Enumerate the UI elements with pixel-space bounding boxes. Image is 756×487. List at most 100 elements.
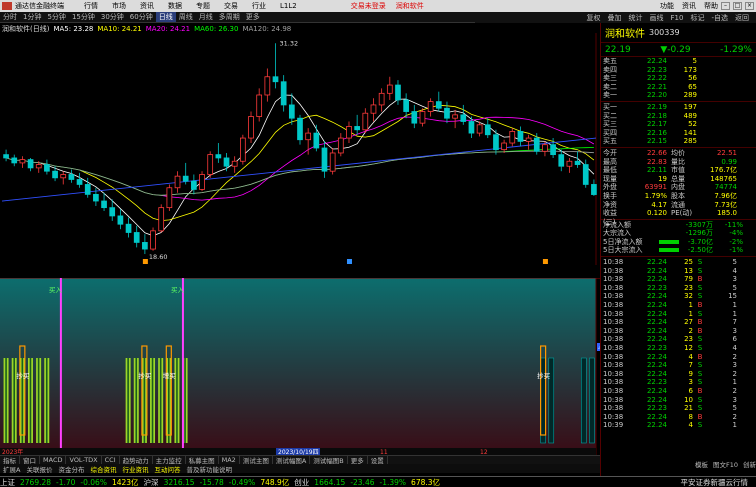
candle[interactable]	[223, 152, 230, 172]
candle[interactable]	[337, 133, 344, 157]
candle[interactable]	[256, 88, 263, 122]
event-marker-icon[interactable]	[346, 259, 352, 264]
tick-row[interactable]: 10:38 22.24 8 B 2	[601, 413, 756, 422]
candle[interactable]	[199, 171, 205, 192]
candle[interactable]	[3, 149, 9, 162]
tick-row[interactable]: 10:38 22.24 10 S 3	[601, 396, 756, 405]
right-tab-0[interactable]: 模板	[695, 459, 708, 469]
candle[interactable]	[435, 91, 442, 112]
period-8[interactable]: 月线	[196, 12, 216, 22]
candle[interactable]	[142, 234, 148, 255]
candle[interactable]	[501, 139, 507, 153]
candle[interactable]	[395, 80, 401, 105]
tick-row[interactable]: 10:38 22.23 3 S 1	[601, 378, 756, 387]
ext-tab-5[interactable]: 互动问答	[151, 464, 183, 474]
candle[interactable]	[476, 121, 483, 137]
candle[interactable]	[444, 101, 450, 124]
candle[interactable]	[117, 209, 124, 230]
tick-row[interactable]: 10:38 22.24 13 S 4	[601, 267, 756, 276]
period-0[interactable]: 分时	[0, 12, 20, 22]
candle[interactable]	[411, 104, 418, 129]
index-name[interactable]: 创业	[294, 477, 309, 487]
candle[interactable]	[182, 162, 189, 185]
candle[interactable]	[452, 109, 458, 129]
tick-row[interactable]: 10:38 22.24 25 S 5	[601, 258, 756, 267]
tick-row[interactable]: 10:38 22.24 23 S 6	[601, 335, 756, 344]
candle[interactable]	[354, 114, 360, 135]
chart-tool-2[interactable]: 统计	[629, 13, 643, 23]
candle[interactable]	[509, 128, 516, 147]
candle[interactable]	[297, 114, 303, 145]
candle[interactable]	[321, 141, 328, 178]
candle[interactable]	[207, 151, 214, 178]
menu-l1l2[interactable]: L1L2	[280, 2, 297, 10]
menu-gongneng[interactable]: 功能	[660, 1, 674, 11]
tick-row[interactable]: 10:38 22.24 1 B 1	[601, 301, 756, 310]
menu-zixun[interactable]: 资讯	[140, 1, 154, 11]
candle[interactable]	[68, 169, 75, 183]
candle[interactable]	[280, 75, 287, 112]
event-marker-icon[interactable]	[542, 259, 548, 264]
menu-bangzhu[interactable]: 帮助	[704, 1, 718, 11]
tick-row[interactable]: 10:38 22.24 27 B 7	[601, 318, 756, 327]
candle[interactable]	[329, 148, 336, 175]
chart-tool-7[interactable]: 返回	[735, 13, 749, 23]
tick-row[interactable]: 10:38 22.24 79 B 3	[601, 275, 756, 284]
close-icon[interactable]: ×	[745, 2, 754, 10]
candle[interactable]	[346, 121, 352, 144]
tick-row[interactable]: 10:38 22.24 7 S 3	[601, 361, 756, 370]
tick-row[interactable]: 10:38 22.24 1 S 1	[601, 310, 756, 319]
menu-hangye[interactable]: 行业	[252, 1, 266, 11]
candle[interactable]	[101, 192, 107, 211]
tick-row[interactable]: 10:38 22.24 6 B 2	[601, 387, 756, 396]
chart-tool-6[interactable]: -自选	[711, 13, 728, 23]
event-marker-icon[interactable]	[142, 259, 148, 264]
period-5[interactable]: 60分钟	[127, 12, 156, 22]
candle[interactable]	[191, 174, 197, 195]
candlestick-chart[interactable]: 30.0029.0028.0027.0026.0025.0024.0023.00…	[0, 33, 600, 265]
candle[interactable]	[264, 68, 271, 102]
ext-tab-6[interactable]: 普及新功能说明	[183, 464, 235, 474]
candle[interactable]	[419, 108, 426, 127]
ext-tab-3[interactable]: 综合资讯	[87, 464, 119, 474]
tick-row[interactable]: 10:38 22.23 21 S 5	[601, 404, 756, 413]
candle[interactable]	[378, 88, 385, 112]
candle[interactable]	[288, 93, 295, 125]
candle[interactable]	[76, 172, 83, 188]
period-4[interactable]: 30分钟	[98, 12, 127, 22]
maximize-icon[interactable]: □	[733, 2, 742, 10]
index-name[interactable]: 沪深	[144, 477, 159, 487]
candle[interactable]	[133, 225, 140, 248]
candle[interactable]	[582, 159, 589, 188]
period-2[interactable]: 5分钟	[44, 12, 68, 22]
candle[interactable]	[362, 108, 369, 134]
ext-tab-0[interactable]: 扩展A	[0, 464, 23, 474]
index-name[interactable]: 上证	[0, 477, 15, 487]
chart-tool-0[interactable]: 复权	[587, 13, 601, 23]
candle[interactable]	[158, 204, 165, 233]
candle[interactable]	[27, 157, 34, 172]
menu-shuju[interactable]: 数据	[168, 1, 182, 11]
menu-zixun-right[interactable]: 资讯	[682, 1, 696, 11]
candle[interactable]	[525, 134, 532, 150]
menu-hangqing[interactable]: 行情	[84, 1, 98, 11]
candle[interactable]	[427, 98, 434, 117]
candle[interactable]	[370, 98, 377, 122]
chart-tool-4[interactable]: F10	[671, 14, 684, 22]
right-tab-1[interactable]: 图文F10	[713, 459, 738, 469]
candle[interactable]	[558, 149, 565, 172]
tick-row[interactable]: 10:38 22.23 12 S 4	[601, 344, 756, 353]
candle[interactable]	[231, 156, 238, 173]
menu-shichang[interactable]: 市场	[112, 1, 126, 11]
candle[interactable]	[460, 104, 467, 125]
period-9[interactable]: 多周期	[216, 12, 243, 22]
candle[interactable]	[19, 156, 26, 168]
chart-tool-3[interactable]: 画线	[650, 13, 664, 23]
menu-jiaoyi[interactable]: 交易	[224, 1, 238, 11]
stock-name-link[interactable]: 润和软件	[396, 1, 424, 11]
period-10[interactable]: 更多	[243, 12, 263, 22]
candle[interactable]	[11, 154, 18, 167]
candle[interactable]	[166, 184, 173, 211]
candle[interactable]	[60, 171, 67, 185]
tick-row[interactable]: 10:39 22.24 4 S 1	[601, 421, 756, 430]
